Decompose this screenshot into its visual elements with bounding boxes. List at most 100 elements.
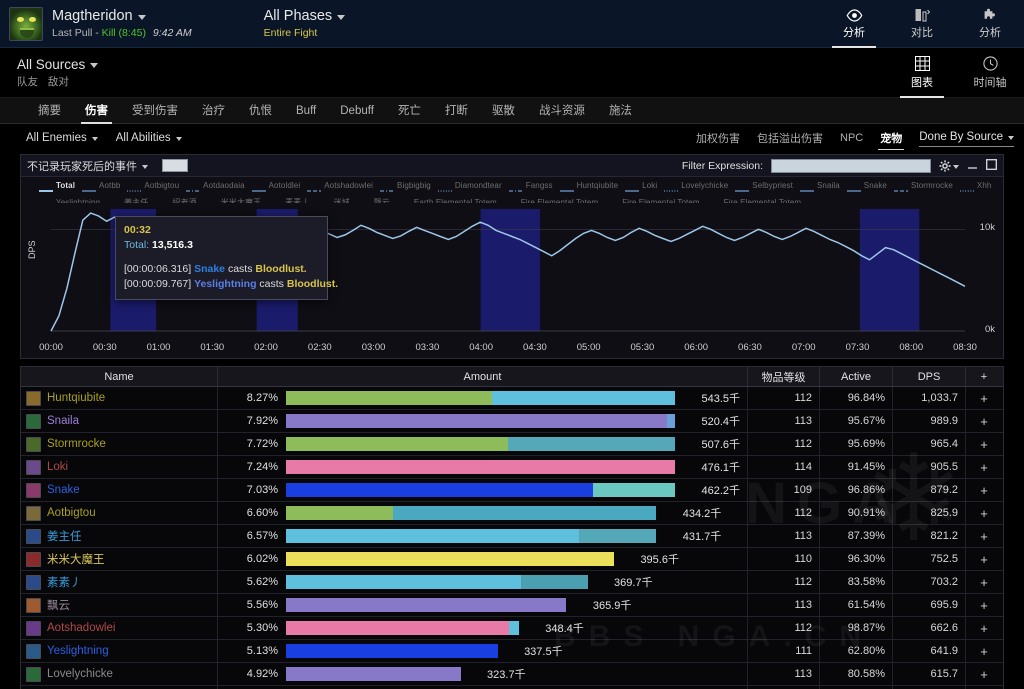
header-tab-analyze[interactable]: 分析 (820, 0, 888, 48)
toggle-include-overkill[interactable]: 包括溢出伤害 (757, 130, 823, 146)
expand-row-button[interactable]: + (966, 456, 1002, 478)
expand-row-button[interactable]: + (966, 663, 1002, 685)
sources-dropdown[interactable]: All Sources (17, 57, 99, 72)
source-tag-friendly[interactable]: 队友 (17, 76, 38, 88)
abilities-dropdown[interactable]: All Abilities (116, 132, 182, 144)
boss-name-dropdown[interactable]: Magtheridon (52, 8, 192, 25)
header-tab-plugin[interactable]: 分析 (956, 0, 1024, 48)
color-swatch-button[interactable] (162, 159, 188, 172)
player-name-cell[interactable]: Yeslightning (21, 640, 218, 662)
table-row[interactable]: Snaila 7.92% 520.4千 113 95.67% 989.9 + (21, 410, 1003, 433)
expand-row-button[interactable]: + (966, 387, 1002, 409)
column-header-amount[interactable]: Amount (218, 367, 748, 386)
player-name-cell[interactable]: 素素丿 (21, 571, 218, 593)
player-name-cell[interactable]: Loki (21, 456, 218, 478)
legend-item[interactable]: Fangss (508, 180, 553, 192)
view-mode-chart[interactable]: 图表 (888, 48, 956, 98)
expand-row-button[interactable]: + (966, 594, 1002, 616)
table-row[interactable]: 姜主任 6.57% 431.7千 113 87.39% 821.2 + (21, 525, 1003, 548)
source-tag-hostile[interactable]: 敌对 (48, 76, 69, 88)
legend-item[interactable]: Selbypriest (735, 180, 793, 192)
header-tab-compare[interactable]: 对比 (888, 0, 956, 48)
player-name-cell[interactable]: 飘云 (21, 594, 218, 616)
column-header-name[interactable]: Name (21, 367, 218, 386)
tab-healing[interactable]: 治疗 (190, 98, 237, 124)
table-row[interactable]: Aotshadowlei 5.30% 348.4千 112 98.87% 662.6 + (21, 617, 1003, 640)
tab-interrupts[interactable]: 打断 (433, 98, 480, 124)
maximize-button[interactable] (986, 158, 997, 173)
view-mode-timeline[interactable]: 时间轴 (956, 48, 1024, 98)
expand-row-button[interactable]: + (966, 433, 1002, 455)
minimize-button[interactable] (967, 159, 978, 173)
legend-item[interactable]: Lovelychicke (664, 180, 728, 192)
expand-row-button[interactable]: + (966, 502, 1002, 524)
tab-debuff[interactable]: Debuff (328, 98, 386, 124)
legend-item[interactable]: Stormrocke (893, 180, 953, 192)
tab-dispels[interactable]: 驱散 (480, 98, 527, 124)
legend-item[interactable]: Snaila (799, 180, 840, 192)
gear-menu-button[interactable] (939, 159, 959, 172)
table-row[interactable]: Loki 7.24% 476.1千 114 91.45% 905.5 + (21, 456, 1003, 479)
table-row[interactable]: 米米大魔王 6.02% 395.6千 110 96.30% 752.5 + (21, 548, 1003, 571)
toggle-weighted-damage[interactable]: 加权伤害 (696, 130, 740, 146)
player-name-cell[interactable]: Stormrocke (21, 433, 218, 455)
tab-damage[interactable]: 伤害 (73, 98, 120, 124)
tab-buff[interactable]: Buff (284, 98, 328, 124)
x-tick-label: 00:30 (92, 342, 117, 353)
tab-deaths[interactable]: 死亡 (386, 98, 433, 124)
tab-summary[interactable]: 摘要 (26, 98, 73, 124)
column-header-ilvl[interactable]: 物品等级 (748, 367, 820, 386)
expand-row-button[interactable]: + (966, 410, 1002, 432)
player-name-cell[interactable]: Snake (21, 479, 218, 501)
expand-row-button[interactable]: + (966, 617, 1002, 639)
legend-item[interactable]: Xhh (959, 180, 992, 192)
column-header-expand[interactable]: + (966, 367, 1002, 386)
legend-item[interactable]: Loki (625, 180, 657, 192)
table-row[interactable]: Huntqiubite 8.27% 543.5千 112 96.84% 1,033.7 + (21, 387, 1003, 410)
phases-dropdown[interactable]: All Phases (264, 8, 346, 25)
player-name-cell[interactable]: Aotshadowlei (21, 617, 218, 639)
legend-item[interactable]: Aotshadowlei (307, 180, 373, 192)
table-row[interactable]: Aotbigtou 6.60% 434.2千 112 90.91% 825.9 + (21, 502, 1003, 525)
legend-item[interactable]: Bigbigbig (380, 180, 431, 192)
legend-item[interactable]: Total (39, 180, 75, 192)
tab-casts[interactable]: 施法 (597, 98, 644, 124)
legend-item[interactable]: Aotoldlei (251, 180, 301, 192)
legend-item[interactable]: Aotdaodaia (186, 180, 245, 192)
table-row[interactable]: Snake 7.03% 462.2千 109 96.86% 879.2 + (21, 479, 1003, 502)
legend-item[interactable]: Snake (846, 180, 887, 192)
phases-info[interactable]: All Phases Entire Fight (264, 8, 346, 40)
player-name-cell[interactable]: 米米大魔王 (21, 548, 218, 570)
legend-item[interactable]: Aotbb (82, 180, 120, 192)
toggle-pets[interactable]: 宠物 (878, 130, 905, 150)
expand-row-button[interactable]: + (966, 525, 1002, 547)
done-by-source-dropdown[interactable]: Done By Source (919, 131, 1014, 147)
filter-expression-input[interactable] (771, 158, 931, 173)
table-row[interactable]: Stormrocke 7.72% 507.6千 112 95.69% 965.4 + (21, 433, 1003, 456)
table-row[interactable]: 素素丿 5.62% 369.7千 112 83.58% 703.2 + (21, 571, 1003, 594)
legend-item[interactable]: Huntqiubite (559, 180, 619, 192)
expand-row-button[interactable]: + (966, 548, 1002, 570)
column-header-active[interactable]: Active (820, 367, 893, 386)
table-row[interactable]: Yeslightning 5.13% 337.5千 111 62.80% 641.9 + (21, 640, 1003, 663)
table-row[interactable]: Lovelychicke 4.92% 323.7千 113 80.58% 615.7 + (21, 663, 1003, 686)
expand-row-button[interactable]: + (966, 640, 1002, 662)
expand-row-button[interactable]: + (966, 571, 1002, 593)
toggle-npc[interactable]: NPC (840, 132, 863, 144)
player-name-cell[interactable]: 姜主任 (21, 525, 218, 547)
player-name-cell[interactable]: Aotbigtou (21, 502, 218, 524)
tab-resources[interactable]: 战斗资源 (527, 98, 597, 124)
column-header-dps[interactable]: DPS (893, 367, 966, 386)
boss-info[interactable]: Magtheridon Last Pull - Kill (8:45) 9:42… (52, 8, 192, 40)
legend-item[interactable]: Aotbigtou (127, 180, 179, 192)
death-filter-dropdown[interactable]: 不记录玩家死后的事件 (27, 158, 148, 174)
table-row[interactable]: 飘云 5.56% 365.9千 113 61.54% 695.9 + (21, 594, 1003, 617)
player-name-cell[interactable]: Snaila (21, 410, 218, 432)
enemies-dropdown[interactable]: All Enemies (26, 132, 98, 144)
player-name-cell[interactable]: Huntqiubite (21, 387, 218, 409)
tab-damage-taken[interactable]: 受到伤害 (120, 98, 190, 124)
tab-threat[interactable]: 仇恨 (237, 98, 284, 124)
legend-item[interactable]: Diamondtear (437, 180, 502, 192)
expand-row-button[interactable]: + (966, 479, 1002, 501)
player-name-cell[interactable]: Lovelychicke (21, 663, 218, 685)
